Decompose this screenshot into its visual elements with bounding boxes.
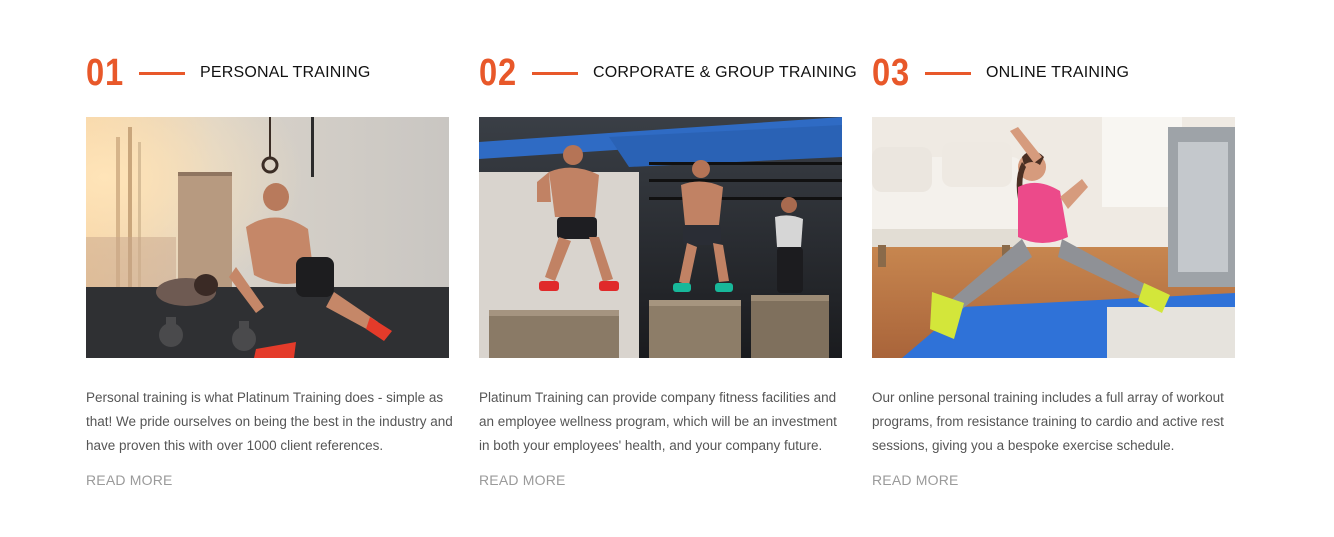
read-more-link[interactable]: READ MORE [479, 472, 566, 488]
gym-kettlebell-image [86, 117, 449, 358]
home-workout-stretch-image [872, 117, 1235, 358]
heading-divider [139, 71, 185, 75]
service-description: Personal training is what Platinum Train… [86, 390, 453, 453]
service-title: ONLINE TRAINING [986, 64, 1130, 81]
service-description: Our online personal training includes a … [872, 390, 1224, 453]
service-number: 02 [479, 52, 518, 94]
service-card-corporate-group-training: 02 CORPORATE & GROUP TRAINING Platinum T… [479, 0, 857, 537]
service-card-personal-training: 01 PERSONAL TRAINING Personal training i… [86, 0, 453, 537]
service-photo-personal-training [86, 117, 449, 358]
service-heading: 02 CORPORATE & GROUP TRAINING [479, 52, 859, 94]
read-more-link[interactable]: READ MORE [872, 472, 959, 488]
service-number: 03 [872, 52, 911, 94]
service-number: 01 [86, 52, 125, 94]
service-title: CORPORATE & GROUP TRAINING [593, 64, 857, 81]
service-heading: 01 PERSONAL TRAINING [86, 52, 466, 94]
box-jump-group-image [479, 117, 842, 358]
service-card-online-training: 03 ONLINE TRAINING Our online personal t… [872, 0, 1235, 537]
service-heading: 03 ONLINE TRAINING [872, 52, 1252, 94]
read-more-link[interactable]: READ MORE [86, 472, 173, 488]
service-photo-online-training [872, 117, 1235, 358]
service-title: PERSONAL TRAINING [200, 64, 371, 81]
service-photo-corporate-group-training [479, 117, 842, 358]
service-description: Platinum Training can provide company fi… [479, 390, 837, 453]
heading-divider [925, 71, 971, 75]
services-section: 01 PERSONAL TRAINING Personal training i… [0, 0, 1334, 537]
heading-divider [532, 71, 578, 75]
